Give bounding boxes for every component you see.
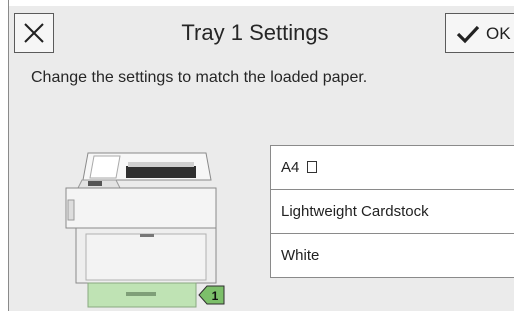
printer-illustration: 1	[58, 150, 228, 311]
tray-badge-number: 1	[212, 289, 219, 303]
ok-button-label: OK	[486, 24, 511, 43]
instruction-text: Change the settings to match the loaded …	[31, 69, 368, 86]
paper-size-value: A4	[281, 159, 300, 176]
ok-button[interactable]: OK	[445, 13, 514, 53]
paper-color-value: White	[281, 247, 320, 264]
tray-settings-screen: Tray 1 Settings OK Change the settings t…	[0, 0, 514, 311]
paper-color-setting[interactable]: White	[271, 234, 514, 278]
screen-border	[8, 0, 9, 311]
printer-icon: 1	[65, 152, 225, 308]
portrait-paper-icon	[307, 161, 318, 173]
close-button[interactable]	[14, 13, 54, 53]
screen-margin	[0, 0, 8, 311]
close-icon	[24, 23, 44, 43]
page-title: Tray 1 Settings	[181, 20, 329, 45]
paper-type-setting[interactable]: Lightweight Cardstock	[271, 190, 514, 234]
tray-settings-list: A4 Lightweight Cardstock White	[270, 145, 514, 278]
checkmark-icon	[456, 25, 480, 44]
screen-top-margin	[9, 0, 514, 6]
paper-type-value: Lightweight Cardstock	[281, 203, 429, 220]
paper-size-setting[interactable]: A4	[271, 146, 514, 190]
